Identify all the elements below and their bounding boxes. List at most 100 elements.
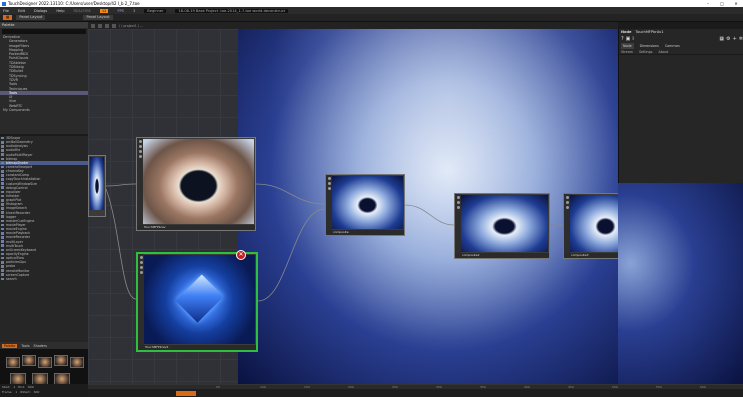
window-titlebar: TouchDesigner 2022.13110: C:/Users/user/…	[0, 0, 743, 7]
network-toolbar: / / project1 / ...	[88, 22, 618, 29]
play-button[interactable]	[176, 391, 196, 396]
viewer-glow	[238, 29, 618, 384]
gear-icon[interactable]: ✲	[739, 36, 743, 42]
timeline-info: Start: 1 End: 600 Frame: 1 RStart: 600	[0, 384, 88, 397]
info-icon[interactable]: i	[632, 36, 633, 42]
viewer-extension	[618, 183, 743, 384]
node-viewer	[570, 195, 618, 252]
timeline-tick: 200	[348, 385, 354, 389]
tab-shaders[interactable]: Shaders	[34, 344, 47, 348]
tab-tools[interactable]: Tools	[21, 344, 29, 348]
palette-tree: Derivative Generators ImageFilters Mapping P…	[0, 35, 88, 112]
settings-icon[interactable]: ⚙	[726, 36, 730, 42]
timeline-tick: 250	[392, 385, 398, 389]
pane-toolbar: ▦ Panel Layout Panel Layout	[0, 14, 743, 22]
close-icon[interactable]: ✕	[729, 1, 743, 6]
grid-icon[interactable]: ▦	[719, 36, 724, 42]
network-editor[interactable]: TouchMFPbrAv TouchMFPbrAv2 ✕ composite c…	[88, 29, 618, 384]
node-composite3[interactable]: composite3	[563, 193, 618, 259]
back-icon[interactable]	[98, 23, 102, 28]
camera-icon[interactable]: ▣	[626, 36, 631, 42]
project-name-field: 18-08-19 Base Project .toe-2014_1-7.toe …	[175, 8, 288, 13]
forward-icon[interactable]	[105, 23, 109, 28]
frame-label: Frame:	[2, 390, 13, 394]
palette-panel: Palette Derivative Generators ImageFilters…	[0, 22, 88, 134]
menu-file[interactable]: File	[3, 9, 9, 13]
panel-layout-tab-mid[interactable]: Panel Layout	[83, 15, 113, 20]
tab-palette[interactable]: Palette	[2, 343, 18, 348]
user-mode-field[interactable]: Beginner	[144, 8, 167, 13]
timeline-tick: 600	[700, 385, 706, 389]
crystal-gem	[175, 274, 224, 323]
node-label: composite3	[564, 253, 618, 258]
menu-help[interactable]: Help	[56, 9, 64, 13]
node-label: composite2	[455, 253, 549, 258]
timeline-tick: 350	[480, 385, 486, 389]
network-path[interactable]: / / project1 / ...	[119, 24, 143, 28]
subtab-settings[interactable]: Settings	[639, 49, 653, 54]
node-label: TouchMFPbrAv	[137, 225, 255, 230]
menu-dialogs[interactable]: Dialogs	[34, 9, 47, 13]
menu-bar: File Edit Dialogs Help REALTIME 12 FPS 3…	[0, 7, 743, 14]
palette-search-input[interactable]	[2, 29, 86, 34]
node-label: TouchMFPbrAv2	[138, 345, 256, 350]
node-composite2[interactable]: composite2	[454, 193, 550, 259]
up-icon[interactable]	[112, 23, 116, 28]
component-list: 3DScope arcBallGeometry audioAnalysis audio…	[0, 134, 88, 342]
timeline-tick: 550	[656, 385, 662, 389]
help-icon[interactable]: ?	[621, 36, 624, 42]
app-icon	[2, 1, 6, 6]
timeline-tick: 400	[524, 385, 530, 389]
preview-thumb	[22, 355, 36, 366]
param-subtabs: Stream Settings About	[619, 49, 743, 55]
rstart-label: RStart:	[20, 390, 31, 394]
rstart-value[interactable]: 600	[34, 390, 40, 395]
component-list-item[interactable]: search	[0, 277, 88, 281]
timeline-tick: 500	[612, 385, 618, 389]
node-label: composite	[326, 230, 404, 235]
frame-value[interactable]: 1	[15, 390, 17, 395]
preview-thumb	[54, 355, 68, 366]
parameter-panel: Node TouchMFPbrAv1 ? ▣ i ▦ ⚙ + ✲ Node Di…	[618, 29, 743, 183]
background-viewer-image	[238, 29, 618, 384]
param-icon-row: ? ▣ i ▦ ⚙ + ✲	[619, 35, 743, 43]
node-touchmfpbrav2[interactable]: TouchMFPbrAv2	[136, 252, 258, 352]
fps-value: 3	[132, 8, 136, 13]
input-node[interactable]	[88, 155, 106, 217]
window-controls: – □ ✕	[701, 1, 743, 6]
subtab-stream[interactable]: Stream	[621, 49, 633, 54]
timeline-tick: 150	[304, 385, 310, 389]
preview-thumb	[70, 357, 84, 368]
menu-edit[interactable]: Edit	[18, 9, 25, 13]
layout-icon[interactable]: ▦	[3, 15, 13, 20]
realtime-label: REALTIME	[73, 8, 91, 13]
close-icon[interactable]: ✕	[236, 250, 246, 260]
subtab-about[interactable]: About	[658, 49, 668, 54]
minimize-icon[interactable]: –	[701, 1, 715, 6]
panel-layout-tab-left[interactable]: Panel Layout	[16, 15, 46, 20]
timeline-tick: 100	[260, 385, 266, 389]
preview-thumb	[6, 357, 20, 368]
node-touchmfpbrav[interactable]: TouchMFPbrAv	[136, 137, 256, 231]
node-viewer	[144, 255, 255, 344]
node-viewer	[332, 176, 403, 229]
fps-label: FPS	[117, 8, 124, 13]
realtime-value-field[interactable]: 12	[99, 8, 109, 13]
wire	[105, 183, 137, 187]
palette-tree-item[interactable]: My Components	[0, 108, 88, 112]
node-viewer	[90, 157, 104, 210]
node-viewer	[461, 195, 548, 252]
node-viewer	[143, 139, 254, 224]
op-type: Node	[621, 30, 632, 34]
wire	[105, 188, 137, 300]
maximize-icon[interactable]: □	[715, 1, 729, 6]
home-icon[interactable]	[91, 23, 95, 28]
op-name[interactable]: TouchMFPbrAv1	[636, 29, 664, 35]
preview-thumb	[38, 357, 52, 368]
add-icon[interactable]: +	[733, 36, 737, 42]
timeline-tick: 300	[436, 385, 442, 389]
window-title: TouchDesigner 2022.13110: C:/Users/user/…	[8, 1, 140, 6]
node-composite[interactable]: composite	[325, 174, 405, 236]
timeline-tick: 50	[216, 385, 220, 389]
timeline-bar[interactable]: 50 100 150 200 250 300 350 400 450 500 550 600	[88, 384, 743, 397]
